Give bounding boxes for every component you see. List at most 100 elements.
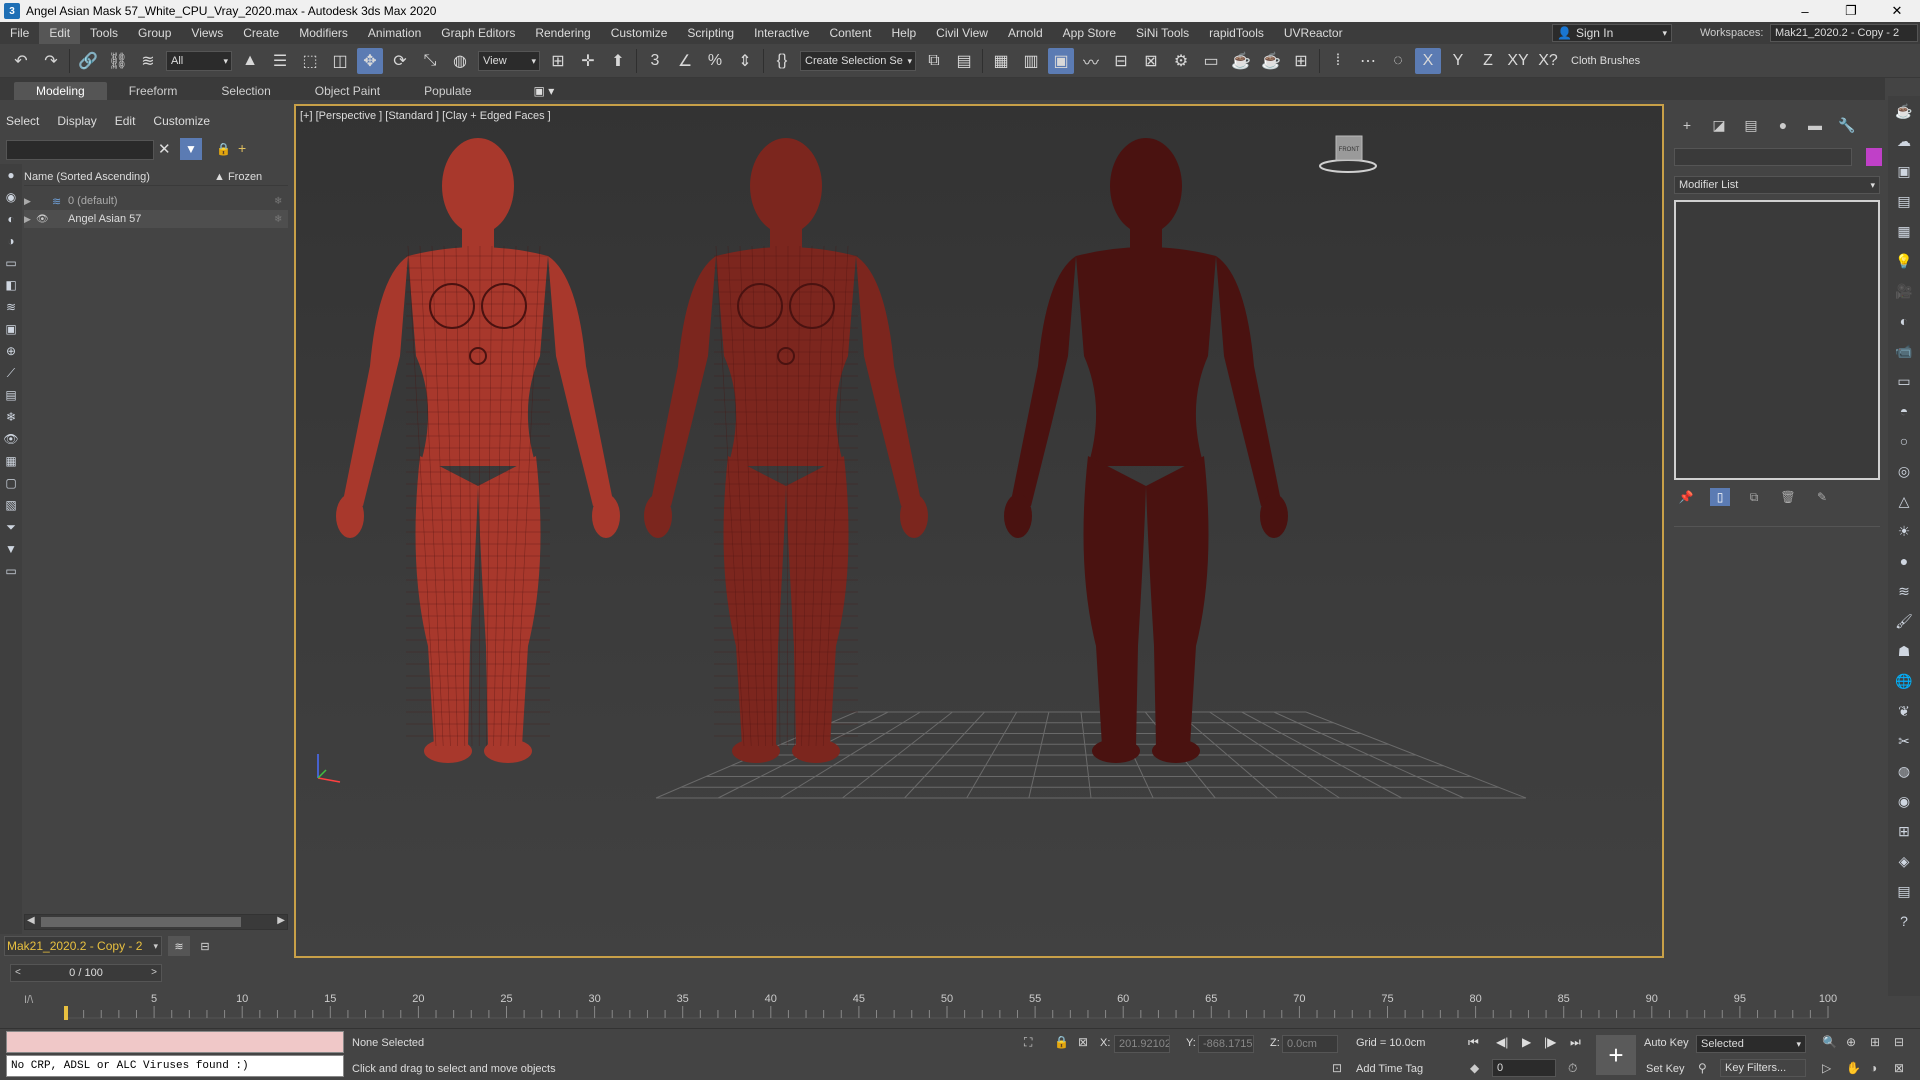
axis-z-button[interactable]: Z bbox=[1475, 48, 1501, 74]
explorer-menu-select[interactable]: Select bbox=[6, 114, 39, 128]
render-icon[interactable]: ▣ bbox=[1893, 160, 1915, 182]
display-geometry-icon[interactable]: ◉ bbox=[3, 189, 19, 205]
hemisphere-icon[interactable]: ◓ bbox=[1893, 400, 1915, 422]
go-to-end-icon[interactable]: ⏭ bbox=[1570, 1035, 1581, 1050]
display-shapes-icon[interactable]: ◐ bbox=[3, 211, 19, 227]
list-item[interactable]: ▶ 👁 Angel Asian 57 ❄ bbox=[24, 210, 288, 228]
play-icon[interactable]: ▶ bbox=[1522, 1035, 1531, 1049]
sign-in-dropdown[interactable]: 👤 Sign In ▾ bbox=[1552, 24, 1672, 42]
redo-icon[interactable]: ↷ bbox=[38, 48, 64, 74]
display-lights-icon[interactable]: ◑ bbox=[3, 233, 19, 249]
hair-icon[interactable]: ≋ bbox=[1893, 580, 1915, 602]
active-layer-dropdown[interactable]: Mak21_2020.2 - Copy - 2 ▾ bbox=[4, 936, 162, 956]
move-icon[interactable]: ✥ bbox=[357, 47, 383, 74]
menu-customize[interactable]: Customize bbox=[601, 22, 678, 44]
align-icon[interactable]: ▤ bbox=[951, 48, 977, 74]
grid-dots-icon[interactable]: ⁞ bbox=[1325, 48, 1351, 74]
figure-back-silhouette[interactable] bbox=[1004, 138, 1288, 763]
display-tab-icon[interactable]: ▬ bbox=[1804, 114, 1826, 136]
x-coordinate-field[interactable]: 201.92102 bbox=[1114, 1035, 1170, 1053]
percent-snap-icon[interactable]: % bbox=[702, 48, 728, 74]
menu-interactive[interactable]: Interactive bbox=[744, 22, 819, 44]
brush-icon[interactable]: 🖌 bbox=[1893, 610, 1915, 632]
menu-modifiers[interactable]: Modifiers bbox=[289, 22, 358, 44]
reference-coordinate-dropdown[interactable]: View ▾ bbox=[478, 50, 540, 71]
close-button[interactable]: ✕ bbox=[1874, 0, 1920, 22]
perspective-viewport[interactable]: FRONT [+] [Perspective ] [Standard ] [Cl… bbox=[294, 104, 1664, 958]
remove-modifier-icon[interactable]: 🗑 bbox=[1778, 488, 1798, 506]
place-icon[interactable]: ◍ bbox=[447, 48, 473, 74]
cloud-icon[interactable]: ☁ bbox=[1893, 130, 1915, 152]
select-manipulate-icon[interactable]: ✛ bbox=[575, 48, 601, 74]
zoom-extents-icon[interactable]: ⊞ bbox=[1870, 1035, 1880, 1049]
keyboard-shortcut-icon[interactable]: ⬆ bbox=[605, 48, 631, 74]
clear-search-icon[interactable]: ✕ bbox=[158, 140, 171, 158]
display-xrefs-icon[interactable]: ⊕ bbox=[3, 343, 19, 359]
display-groups-icon[interactable]: ▣ bbox=[3, 321, 19, 337]
display-bones-icon[interactable]: ⟋ bbox=[3, 365, 19, 381]
layers-icon[interactable]: ▤ bbox=[1893, 190, 1915, 212]
script-icon[interactable]: ▤ bbox=[1893, 880, 1915, 902]
menu-views[interactable]: Views bbox=[181, 22, 233, 44]
menu-rapidtools[interactable]: rapidTools bbox=[1199, 22, 1274, 44]
tab-populate[interactable]: Populate bbox=[402, 82, 493, 100]
expand-arrow-icon[interactable]: ▶ bbox=[24, 196, 36, 207]
tab-freeform[interactable]: Freeform bbox=[107, 82, 200, 100]
pin-stack-icon[interactable]: 📌 bbox=[1676, 488, 1696, 506]
torus-icon[interactable]: ◎ bbox=[1893, 460, 1915, 482]
scrollbar-thumb[interactable] bbox=[41, 917, 241, 927]
menu-tools[interactable]: Tools bbox=[80, 22, 128, 44]
column-frozen-header[interactable]: ▲ Frozen bbox=[214, 171, 262, 183]
maximize-button[interactable]: ❐ bbox=[1828, 0, 1874, 22]
display-cameras-icon[interactable]: ▭ bbox=[3, 255, 19, 271]
zoom-all-icon[interactable]: ⊕ bbox=[1846, 1035, 1856, 1049]
render-iterative-icon[interactable]: ☕ bbox=[1258, 48, 1284, 74]
add-time-tag[interactable]: Add Time Tag bbox=[1356, 1063, 1423, 1075]
freeze-toggle-icon[interactable]: ❄ bbox=[274, 214, 288, 225]
menu-content[interactable]: Content bbox=[819, 22, 881, 44]
render-production-icon[interactable]: ☕ bbox=[1228, 48, 1254, 74]
axis-y-button[interactable]: Y bbox=[1445, 48, 1471, 74]
expand-arrow-icon[interactable]: ▶ bbox=[24, 214, 36, 225]
menu-rendering[interactable]: Rendering bbox=[525, 22, 600, 44]
set-keys-button[interactable]: + bbox=[1596, 1035, 1636, 1075]
menu-file[interactable]: File bbox=[0, 22, 39, 44]
link-icon[interactable]: 🔗 bbox=[75, 48, 101, 74]
select-by-name-icon[interactable]: ☰ bbox=[267, 48, 293, 74]
hierarchy-tab-icon[interactable]: ▤ bbox=[1740, 114, 1762, 136]
display-hidden-icon[interactable]: 👁 bbox=[3, 431, 19, 447]
prev-frame-icon[interactable]: < bbox=[15, 967, 21, 978]
display-none-filter-icon[interactable]: ▢ bbox=[3, 475, 19, 491]
dots-row-icon[interactable]: ⋯ bbox=[1355, 48, 1381, 74]
toggle-scene-explorer-icon[interactable]: ▦ bbox=[988, 48, 1014, 74]
configure-modifier-sets-icon[interactable]: ✎ bbox=[1812, 488, 1832, 506]
previous-frame-icon[interactable]: ◀| bbox=[1496, 1035, 1508, 1049]
menu-animation[interactable]: Animation bbox=[358, 22, 431, 44]
explorer-menu-display[interactable]: Display bbox=[57, 114, 96, 128]
render-in-cloud-icon[interactable]: ⊞ bbox=[1288, 48, 1314, 74]
scene-explorer-pin-icon[interactable]: ⊟ bbox=[194, 936, 216, 956]
make-unique-icon[interactable]: ⧉ bbox=[1744, 488, 1764, 506]
explorer-menu-customize[interactable]: Customize bbox=[153, 114, 210, 128]
unlink-icon[interactable]: ⛓ bbox=[105, 48, 131, 74]
object-color-swatch[interactable] bbox=[1866, 148, 1882, 166]
tab-modeling[interactable]: Modeling bbox=[14, 82, 107, 100]
go-to-start-icon[interactable]: ⏮ bbox=[1468, 1035, 1479, 1050]
time-slider[interactable]: < 0 / 100 > bbox=[10, 964, 162, 982]
light-icon[interactable]: 💡 bbox=[1893, 250, 1915, 272]
isolate-selection-icon[interactable]: ⛶ bbox=[1024, 1035, 1032, 1050]
rendered-frame-window-icon[interactable]: ▭ bbox=[1198, 48, 1224, 74]
menu-help[interactable]: Help bbox=[881, 22, 926, 44]
field-of-view-icon[interactable]: ▷ bbox=[1822, 1061, 1831, 1075]
rect-selection-icon[interactable]: ⬚ bbox=[297, 48, 323, 74]
key-filter-icon[interactable]: ⚲ bbox=[1698, 1061, 1707, 1075]
figure-front-dense-mesh[interactable] bbox=[644, 138, 928, 763]
maximize-viewport-icon[interactable]: ⊠ bbox=[1894, 1061, 1904, 1075]
axis-x-button[interactable]: X bbox=[1415, 47, 1441, 74]
lasso-icon[interactable]: ◌ bbox=[1385, 48, 1411, 74]
workspace-dropdown[interactable]: Mak21_2020.2 - Copy - 2 bbox=[1770, 24, 1918, 42]
absolute-mode-icon[interactable]: ⊠ bbox=[1078, 1035, 1088, 1049]
table-icon[interactable]: ▦ bbox=[1893, 220, 1915, 242]
current-frame-field[interactable]: 0 bbox=[1492, 1059, 1556, 1077]
zoom-icon[interactable]: 🔍 bbox=[1822, 1035, 1837, 1049]
